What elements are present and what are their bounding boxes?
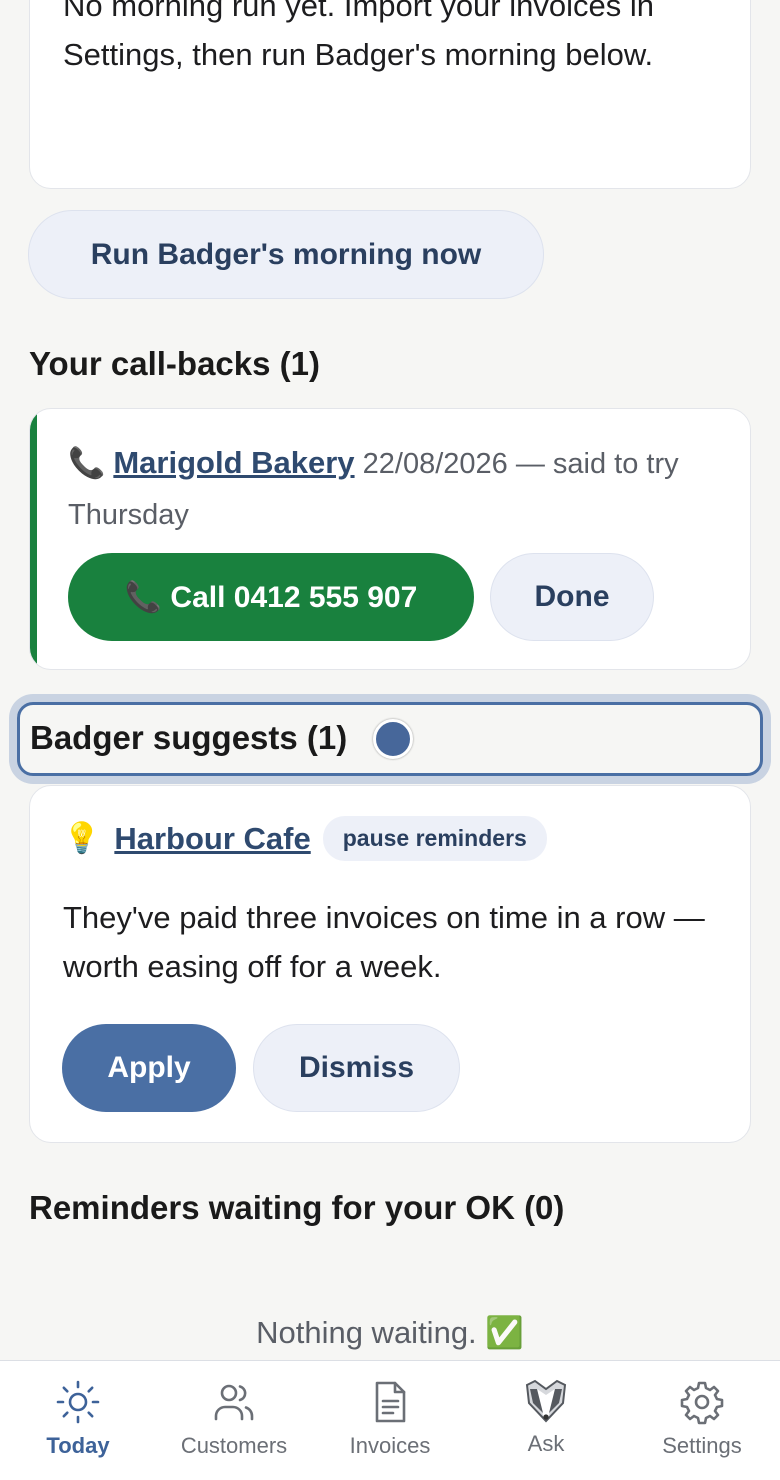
suggestion-text: They've paid three invoices on time in a… bbox=[63, 900, 705, 984]
callback-details: 📞 Marigold Bakery 22/08/2026 — said to tr… bbox=[68, 437, 718, 541]
suggestions-heading: Badger suggests (1) bbox=[30, 719, 348, 756]
callback-card: 📞 Marigold Bakery 22/08/2026 — said to tr… bbox=[29, 408, 751, 670]
run-morning-button[interactable]: Run Badger's morning now bbox=[28, 210, 544, 299]
phone-icon: 📞 bbox=[68, 447, 106, 480]
dismiss-button[interactable]: Dismiss bbox=[253, 1024, 460, 1112]
customer-link-marigold[interactable]: Marigold Bakery bbox=[113, 445, 354, 480]
apply-button[interactable]: Apply bbox=[62, 1024, 236, 1112]
gear-icon bbox=[680, 1381, 724, 1425]
intro-text: No morning run yet. Import your invoices… bbox=[63, 0, 654, 72]
nav-label-customers: Customers bbox=[180, 1433, 288, 1458]
callbacks-heading: Your call-backs (1) bbox=[29, 345, 320, 382]
suggestions-heading-focus[interactable]: Badger suggests (1) bbox=[17, 702, 763, 776]
bottom-nav: Today Customers Invoices Ask Settings bbox=[0, 1360, 780, 1480]
nav-settings[interactable]: Settings bbox=[627, 1379, 777, 1459]
done-button[interactable]: Done bbox=[490, 553, 654, 641]
reminders-empty-note: Nothing waiting. ✅ bbox=[256, 1315, 524, 1350]
badger-icon bbox=[525, 1379, 567, 1423]
users-icon bbox=[214, 1384, 254, 1421]
customer-link-harbour[interactable]: Harbour Cafe bbox=[114, 821, 310, 857]
nav-label-today: Today bbox=[46, 1433, 110, 1458]
cursor-indicator bbox=[373, 719, 413, 759]
intro-card: No morning run yet. Import your invoices… bbox=[29, 0, 751, 189]
nav-ask[interactable]: Ask bbox=[471, 1379, 621, 1457]
nav-customers[interactable]: Customers bbox=[159, 1379, 309, 1459]
document-icon bbox=[375, 1381, 406, 1423]
today-screen: No morning run yet. Import your invoices… bbox=[0, 0, 780, 1480]
nav-invoices[interactable]: Invoices bbox=[315, 1379, 465, 1459]
call-button[interactable]: 📞 Call 0412 555 907 bbox=[68, 553, 474, 641]
callback-accent-bar bbox=[30, 409, 37, 669]
nav-label-ask: Ask bbox=[527, 1431, 565, 1456]
nav-label-invoices: Invoices bbox=[349, 1433, 431, 1458]
suggestion-card: 💡 Harbour Cafe pause reminders They've p… bbox=[29, 785, 751, 1143]
lightbulb-icon: 💡 bbox=[63, 822, 101, 855]
suggestion-header: 💡 Harbour Cafe pause reminders bbox=[63, 816, 547, 861]
sun-icon bbox=[56, 1380, 100, 1424]
reminders-heading: Reminders waiting for your OK (0) bbox=[29, 1189, 565, 1226]
nav-label-settings: Settings bbox=[662, 1433, 742, 1458]
suggestion-tag: pause reminders bbox=[322, 816, 547, 861]
nav-today[interactable]: Today bbox=[3, 1379, 153, 1459]
